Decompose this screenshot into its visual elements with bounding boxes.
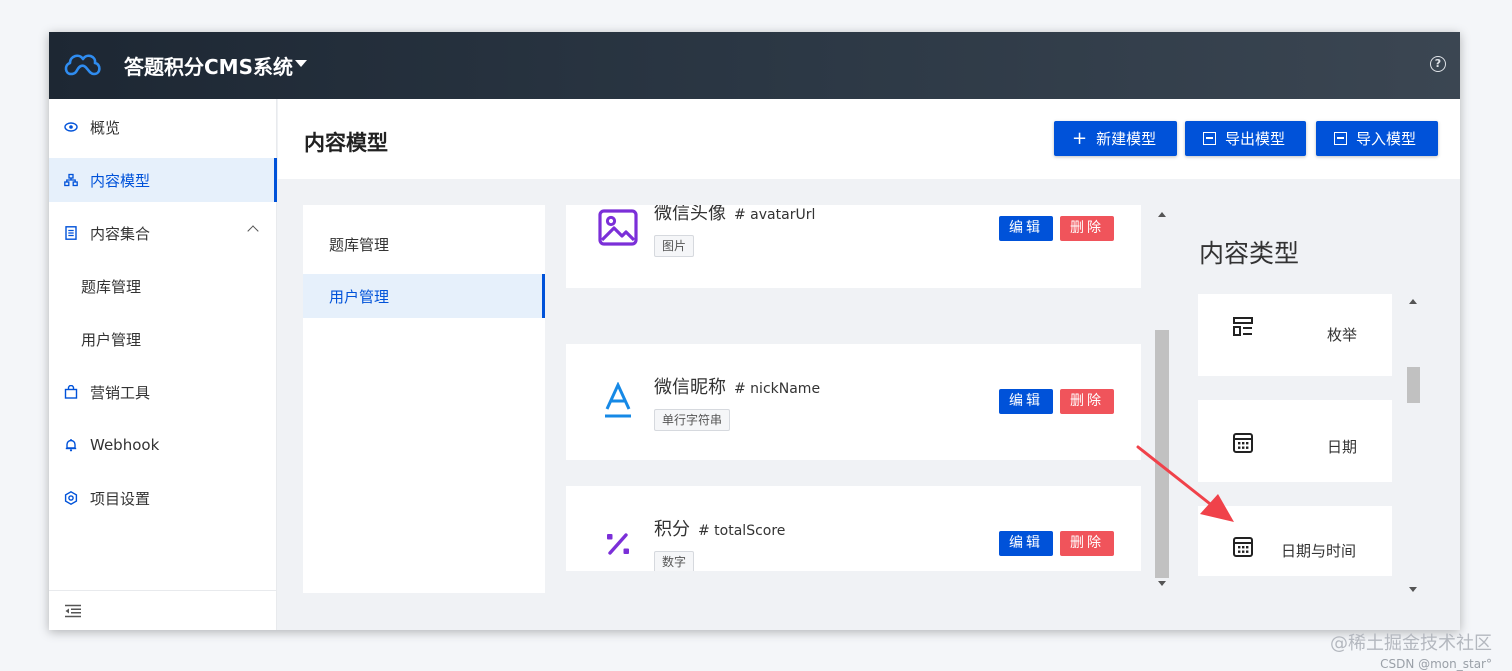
type-card-date[interactable]: 日期 — [1198, 400, 1392, 482]
edit-button[interactable]: 编辑 — [999, 216, 1053, 241]
sidebar-item-content-collection[interactable]: 内容集合 — [49, 211, 277, 255]
sidebar-item-label: Webhook — [90, 436, 160, 454]
sidebar-item-label: 内容模型 — [90, 171, 151, 190]
field-key: # avatarUrl — [734, 207, 816, 223]
field-key: # totalScore — [698, 523, 786, 539]
app-window: 答题积分CMS系统 ? 概览 内容模型 内容集合 题库管理 用户管理 营销工具 — [49, 32, 1460, 630]
field-name: 微信头像 # avatarUrl — [654, 205, 815, 225]
calendar-icon — [1233, 433, 1253, 453]
plus-icon: + — [1072, 127, 1088, 149]
scrollbar-thumb[interactable] — [1407, 367, 1420, 403]
bell-icon — [65, 439, 77, 452]
collection-item-label: 用户管理 — [329, 288, 390, 306]
content-types-panel: 内容类型 枚举 日期 日期与时间 — [1179, 205, 1429, 605]
field-type-tag: 图片 — [654, 235, 695, 257]
page-title: 内容模型 — [304, 131, 388, 155]
import-model-button-label: 导入模型 — [1356, 130, 1417, 148]
image-icon — [598, 209, 638, 246]
collection-item-question-bank[interactable]: 题库管理 — [303, 222, 545, 266]
import-model-button[interactable]: 导入模型 — [1316, 121, 1438, 156]
sidebar-item-question-bank[interactable]: 题库管理 — [49, 264, 277, 308]
help-icon[interactable]: ? — [1430, 56, 1446, 72]
text-icon — [605, 382, 631, 418]
collection-list: 题库管理 用户管理 — [303, 205, 545, 593]
field-list: 微信头像 # avatarUrl 图片 编辑 删除 微信昵称 # nickName … — [566, 205, 1141, 571]
type-label: 日期 — [1327, 438, 1358, 456]
calendar-time-icon — [1233, 537, 1253, 557]
sidebar-item-label: 营销工具 — [90, 383, 151, 402]
sidebar-item-overview[interactable]: 概览 — [49, 105, 277, 149]
scrollbar-thumb[interactable] — [1155, 330, 1169, 578]
collection-item-user-management[interactable]: 用户管理 — [303, 274, 545, 318]
collection-item-label: 题库管理 — [329, 236, 390, 254]
chevron-up-icon[interactable] — [247, 225, 259, 237]
export-model-button-label: 导出模型 — [1225, 130, 1286, 148]
sidebar-item-label: 题库管理 — [81, 277, 142, 296]
app-title[interactable]: 答题积分CMS系统 — [124, 51, 293, 80]
scroll-up-icon[interactable] — [1158, 212, 1166, 217]
sidebar-item-project-settings[interactable]: 项目设置 — [49, 476, 277, 520]
sidebar-footer — [49, 590, 277, 630]
watermark: @稀土掘金技术社区 CSDN @mon_star° — [1330, 629, 1492, 671]
sidebar-item-user-management[interactable]: 用户管理 — [49, 317, 277, 361]
sidebar-item-label: 概览 — [90, 118, 121, 137]
edit-button[interactable]: 编辑 — [999, 389, 1053, 414]
sidebar-item-label: 内容集合 — [90, 224, 151, 243]
document-icon — [65, 226, 77, 240]
scroll-down-icon[interactable] — [1409, 587, 1417, 592]
sidebar-item-content-model[interactable]: 内容模型 — [49, 158, 277, 202]
content-types-title: 内容类型 — [1199, 239, 1300, 268]
sidebar-item-webhook[interactable]: Webhook — [49, 423, 277, 467]
field-type-tag: 单行字符串 — [654, 409, 731, 431]
types-scrollbar[interactable] — [1406, 297, 1420, 601]
edit-button[interactable]: 编辑 — [999, 531, 1053, 556]
export-model-button[interactable]: 导出模型 — [1185, 121, 1306, 156]
sidebar-item-marketing-tools[interactable]: 营销工具 — [49, 370, 277, 414]
new-model-button[interactable]: + 新建模型 — [1054, 121, 1177, 156]
settings-icon — [64, 491, 78, 505]
sidebar-item-label: 项目设置 — [90, 489, 151, 508]
field-name-text: 积分 — [654, 519, 690, 540]
delete-button[interactable]: 删除 — [1060, 389, 1114, 414]
sidebar-item-label: 用户管理 — [81, 330, 142, 349]
cloud-logo-icon — [64, 54, 101, 76]
percent-icon — [607, 533, 629, 555]
scroll-up-icon[interactable] — [1409, 299, 1417, 304]
field-card: 积分 # totalScore 数字 编辑 删除 — [566, 486, 1141, 571]
sidebar: 概览 内容模型 内容集合 题库管理 用户管理 营销工具 Webhook 项目设置 — [49, 99, 277, 630]
field-type-tag: 数字 — [654, 551, 695, 571]
field-card: 微信头像 # avatarUrl 图片 编辑 删除 — [566, 205, 1141, 288]
type-card-enum[interactable]: 枚举 — [1198, 294, 1392, 376]
delete-button[interactable]: 删除 — [1060, 216, 1114, 241]
import-icon — [1334, 132, 1347, 145]
watermark-line-1: @稀土掘金技术社区 — [1330, 633, 1492, 654]
type-label: 枚举 — [1327, 326, 1358, 344]
new-model-button-label: 新建模型 — [1096, 130, 1157, 148]
field-card: 微信昵称 # nickName 单行字符串 编辑 删除 — [566, 344, 1141, 460]
delete-button[interactable]: 删除 — [1060, 531, 1114, 556]
field-list-scrollbar[interactable] — [1155, 210, 1169, 590]
type-label: 日期与时间 — [1281, 542, 1357, 560]
type-card-datetime[interactable]: 日期与时间 — [1198, 506, 1392, 576]
field-key: # nickName — [734, 381, 821, 397]
export-icon — [1203, 132, 1216, 145]
field-name: 积分 # totalScore — [654, 515, 785, 541]
caret-down-icon[interactable] — [295, 60, 307, 67]
field-name: 微信昵称 # nickName — [654, 373, 820, 399]
eye-icon — [64, 122, 78, 132]
shopping-bag-icon — [64, 385, 78, 399]
menu-fold-icon[interactable] — [64, 604, 82, 618]
watermark-line-2: CSDN @mon_star° — [1380, 657, 1492, 671]
sitemap-icon — [64, 173, 78, 187]
top-bar: 答题积分CMS系统 ? — [49, 32, 1460, 99]
enum-icon — [1233, 317, 1253, 336]
page-header: 内容模型 + 新建模型 导出模型 导入模型 — [278, 99, 1460, 179]
field-name-text: 微信昵称 — [654, 377, 726, 398]
field-name-text: 微信头像 — [654, 205, 726, 224]
scroll-down-icon[interactable] — [1158, 581, 1166, 586]
